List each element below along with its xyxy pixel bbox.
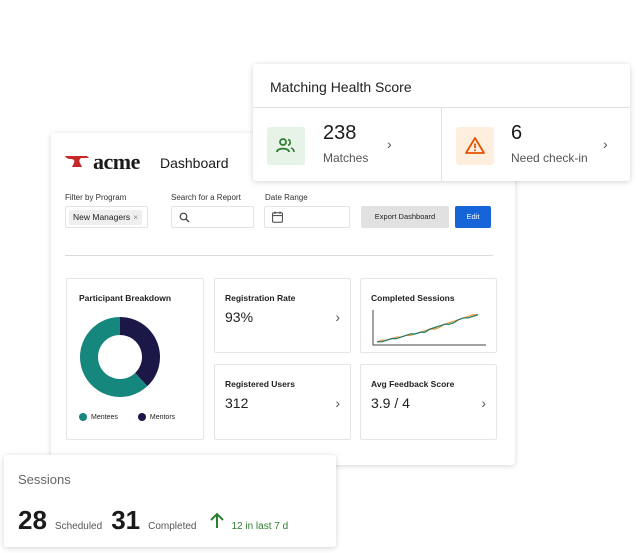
- program-filter[interactable]: New Managers ×: [65, 206, 148, 228]
- registration-rate-value: 93%: [225, 309, 254, 325]
- participant-breakdown-title: Participant Breakdown: [79, 293, 172, 303]
- page-title: Dashboard: [160, 155, 229, 171]
- arrow-up-icon: [210, 512, 225, 528]
- matches-label: Matches: [323, 151, 369, 165]
- completed-sessions-chart: [372, 310, 486, 346]
- series-line-1: [376, 314, 478, 343]
- search-input[interactable]: [171, 206, 254, 228]
- date-range-input[interactable]: [264, 206, 350, 228]
- divider: [441, 108, 442, 181]
- scheduled-label: Scheduled: [54, 521, 103, 532]
- need-checkin-value: 6: [511, 122, 523, 144]
- brand-logo[interactable]: acme: [65, 149, 140, 175]
- chevron-right-icon[interactable]: ›: [481, 395, 486, 411]
- dashboard-panel: acme Dashboard Filter by Program New Man…: [51, 133, 515, 465]
- registration-rate-title: Registration Rate: [225, 293, 296, 303]
- export-dashboard-button[interactable]: Export Dashboard: [361, 206, 449, 228]
- completed-sessions-card[interactable]: Completed Sessions: [360, 278, 497, 353]
- registration-rate-card[interactable]: Registration Rate 93% ›: [214, 278, 351, 353]
- donut-slice-mentors: [120, 317, 160, 387]
- program-chip-label: New Managers: [73, 212, 131, 222]
- chevron-right-icon[interactable]: ›: [603, 136, 608, 152]
- scheduled-value: 28: [18, 505, 47, 535]
- avg-feedback-card[interactable]: Avg Feedback Score 3.9 / 4 ›: [360, 364, 497, 440]
- matching-health-card: Matching Health Score 238 Matches › 6 Ne…: [253, 64, 630, 181]
- sessions-card: Sessions 28 Scheduled 31 Completed 12 in…: [4, 455, 336, 547]
- mentees-legend-swatch: [79, 413, 87, 421]
- registered-users-value: 312: [225, 395, 249, 411]
- mentees-legend-label: Mentees: [91, 413, 118, 421]
- program-filter-label: Filter by Program: [65, 193, 127, 202]
- sessions-stats: 28 Scheduled 31 Completed 12 in last 7 d: [18, 505, 288, 536]
- need-checkin-label: Need check-in: [511, 151, 588, 165]
- mentors-legend-swatch: [137, 413, 146, 421]
- chevron-right-icon[interactable]: ›: [335, 395, 340, 411]
- remove-chip-icon[interactable]: ×: [133, 212, 138, 222]
- search-label: Search for a Report: [171, 193, 241, 202]
- chevron-right-icon[interactable]: ›: [335, 309, 340, 325]
- completed-label: Completed: [148, 521, 197, 532]
- completed-sessions-title: Completed Sessions: [371, 293, 455, 303]
- people-icon: [267, 127, 305, 165]
- sessions-trend: 12 in last 7 d: [231, 521, 289, 532]
- date-range-label: Date Range: [265, 193, 308, 202]
- registered-users-title: Registered Users: [225, 379, 295, 389]
- chevron-right-icon[interactable]: ›: [387, 136, 392, 152]
- warning-icon: [456, 127, 494, 165]
- anvil-logo-icon: [65, 156, 89, 167]
- series-line-2: [377, 314, 479, 343]
- avg-feedback-value: 3.9 / 4: [371, 395, 410, 411]
- search-icon: [179, 212, 190, 223]
- registered-users-card[interactable]: Registered Users 312 ›: [214, 364, 351, 440]
- donut-legend: Mentees Mentors: [79, 413, 175, 421]
- divider: [65, 255, 493, 256]
- brand-name: acme: [93, 149, 140, 174]
- edit-button[interactable]: Edit: [455, 206, 491, 228]
- matches-value: 238: [323, 122, 357, 144]
- mentors-legend-label: Mentors: [149, 413, 176, 421]
- calendar-icon: [272, 211, 283, 223]
- participant-donut-chart: [79, 317, 160, 397]
- avg-feedback-title: Avg Feedback Score: [371, 379, 455, 389]
- program-chip[interactable]: New Managers ×: [69, 210, 143, 225]
- matching-health-title: Matching Health Score: [270, 79, 412, 95]
- sessions-title: Sessions: [18, 472, 71, 487]
- participant-breakdown-card[interactable]: Participant Breakdown Mentees Mentors: [66, 278, 204, 440]
- completed-value: 31: [111, 505, 141, 535]
